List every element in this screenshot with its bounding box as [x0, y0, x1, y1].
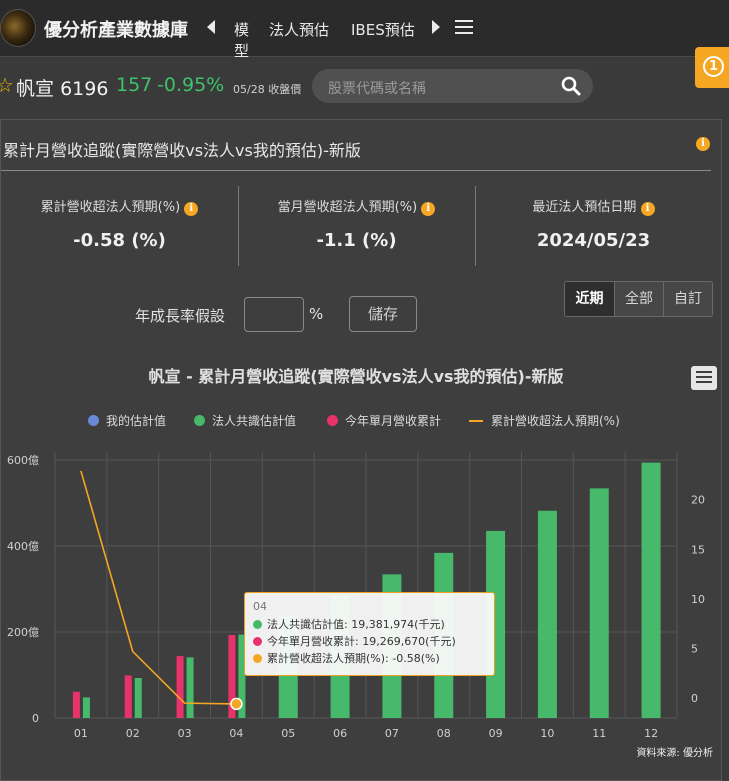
x-axis-tick: 04 [229, 727, 243, 740]
brand-logo[interactable] [0, 9, 36, 47]
x-axis-tick: 03 [178, 727, 192, 740]
bar-actual [72, 691, 80, 718]
x-axis-tick: 06 [333, 727, 347, 740]
y-axis-right-tick: 20 [691, 494, 705, 507]
nav-item-institutional-estimate[interactable]: 法人預估 [269, 19, 329, 40]
x-axis-tick: 07 [385, 727, 399, 740]
nav-scroll-right-icon[interactable] [432, 20, 440, 34]
y-axis-left-tick: 0 [32, 712, 39, 725]
tooltip-row: 今年單月營收累計: 19,269,670(千元) [253, 633, 486, 649]
surprise-point-highlight [230, 697, 243, 711]
favorite-star-icon[interactable]: ☆ [0, 73, 14, 97]
stock-price: 157 [116, 74, 153, 96]
data-source: 資料來源: 優分析 [636, 748, 713, 759]
x-axis-tick: 08 [437, 727, 451, 740]
bar-consensus [641, 462, 661, 718]
tooltip-text: 累計營收超法人預期(%): -0.58(%) [267, 652, 440, 665]
tooltip-swatch [253, 653, 262, 663]
brand-name[interactable]: 優分析產業數據庫 [44, 16, 188, 42]
search-icon[interactable] [561, 76, 581, 96]
x-axis-tick: 02 [126, 727, 140, 740]
bar-consensus [186, 657, 194, 718]
bar-consensus [134, 678, 142, 718]
bar-actual [124, 675, 132, 718]
y-axis-left-tick: 200億 [7, 626, 39, 639]
x-axis-tick: 10 [540, 727, 554, 740]
bar-consensus [82, 697, 90, 718]
nav-item-model[interactable]: 模型 [225, 19, 249, 61]
y-axis-right-tick: 10 [691, 593, 705, 606]
x-axis-tick: 05 [281, 727, 295, 740]
bar-consensus [537, 510, 557, 718]
bar-consensus [589, 488, 609, 718]
stock-change: -0.95% [157, 74, 225, 96]
x-axis-tick: 12 [644, 727, 658, 740]
bar-actual [176, 656, 184, 718]
x-axis-tick: 11 [592, 727, 606, 740]
tooltip-text: 法人共識估計值: 19,381,974(千元) [267, 618, 445, 631]
y-axis-left-tick: 600億 [7, 454, 39, 467]
x-axis-tick: 01 [74, 727, 88, 740]
menu-icon[interactable] [455, 20, 473, 34]
nav-item-ibes-estimate[interactable]: IBES預估 [351, 19, 415, 40]
nav-scroll-left-icon[interactable] [207, 20, 215, 34]
close-date: 05/28 收盤價 [233, 83, 302, 96]
top-nav: 優分析產業數據庫 模型 法人預估 IBES預估 [0, 0, 729, 60]
y-axis-right-tick: 15 [691, 543, 705, 556]
tooltip-swatch [253, 619, 262, 629]
y-axis-right-tick: 5 [691, 643, 698, 656]
notification-badge[interactable]: 1 [695, 47, 729, 88]
search-input[interactable]: 股票代碼或名稱 [312, 69, 593, 103]
y-axis-right-tick: 0 [691, 692, 698, 705]
x-axis-tick: 09 [489, 727, 503, 740]
search-placeholder: 股票代碼或名稱 [328, 81, 426, 97]
chart-tooltip: 04 法人共識估計值: 19,381,974(千元) 今年單月營收累計: 19,… [244, 592, 495, 676]
tooltip-row: 法人共識估計值: 19,381,974(千元) [253, 616, 486, 632]
stock-title: 帆宣 6196 [16, 78, 109, 100]
tooltip-row: 累計營收超法人預期(%): -0.58(%) [253, 650, 486, 666]
notification-count: 1 [703, 56, 724, 77]
y-axis-left-tick: 400億 [7, 540, 39, 553]
tooltip-swatch [253, 636, 262, 646]
tooltip-header: 04 [253, 600, 267, 613]
revenue-tracking-panel: 累計月營收追蹤(實際營收vs法人vs我的預估)-新版 i 累計營收超法人預期(%… [0, 119, 722, 781]
tooltip-text: 今年單月營收累計: 19,269,670(千元) [267, 635, 456, 648]
